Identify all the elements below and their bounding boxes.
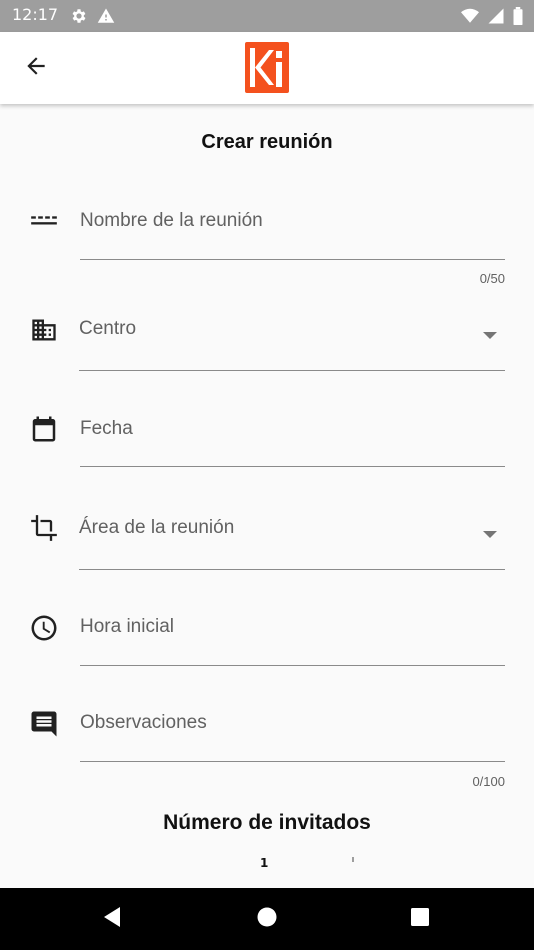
- comment-icon: [28, 708, 60, 740]
- settings-icon: [70, 7, 88, 29]
- start-time-input[interactable]: [80, 607, 505, 647]
- notes-counter: 0/100: [472, 774, 505, 789]
- recents-square-icon: [409, 906, 431, 932]
- status-time: 12:17: [12, 5, 59, 24]
- center-select-label: Centro: [79, 318, 137, 339]
- calendar-icon: [28, 413, 60, 445]
- chevron-down-icon: [483, 531, 497, 538]
- guests-count: 1: [260, 857, 269, 867]
- area-select-label: Área de la reunión: [79, 517, 235, 538]
- page-title: Crear reunión: [201, 131, 333, 153]
- back-triangle-icon: [101, 906, 123, 932]
- app-bar: [0, 32, 534, 104]
- date-underline: [80, 466, 505, 467]
- meeting-name-counter: 0/50: [479, 271, 505, 286]
- building-icon: [28, 314, 60, 346]
- start-time-underline: [80, 665, 505, 666]
- home-circle-icon: [256, 906, 278, 932]
- crop-icon: [28, 512, 60, 544]
- guests-section-title: Número de invitados: [163, 811, 371, 834]
- arrow-left-icon: [23, 53, 49, 83]
- date-input[interactable]: [80, 409, 505, 449]
- notes-input[interactable]: [80, 703, 505, 743]
- center-underline: [79, 370, 505, 371]
- nav-recents-button[interactable]: [405, 904, 435, 934]
- status-bar: 12:17: [0, 0, 534, 32]
- nav-back-button[interactable]: [97, 904, 127, 934]
- notes-underline: [80, 761, 505, 762]
- wifi-icon: [460, 7, 480, 29]
- battery-icon: [512, 7, 524, 29]
- stepper-knob-icon: [352, 857, 354, 862]
- warning-icon: [97, 7, 115, 29]
- navigation-bar: [0, 888, 534, 950]
- center-select[interactable]: Centro: [79, 312, 505, 362]
- guests-stepper[interactable]: 1: [258, 857, 368, 867]
- area-underline: [79, 569, 505, 570]
- meeting-name-underline: [80, 259, 505, 260]
- meeting-name-input[interactable]: [80, 201, 505, 241]
- back-button[interactable]: [16, 50, 56, 86]
- nav-home-button[interactable]: [252, 904, 282, 934]
- clock-icon: [28, 612, 60, 644]
- short-text-icon: [28, 205, 60, 237]
- app-logo: [245, 42, 289, 93]
- signal-icon: [487, 7, 505, 29]
- area-select[interactable]: Área de la reunión: [79, 511, 505, 561]
- chevron-down-icon: [483, 332, 497, 339]
